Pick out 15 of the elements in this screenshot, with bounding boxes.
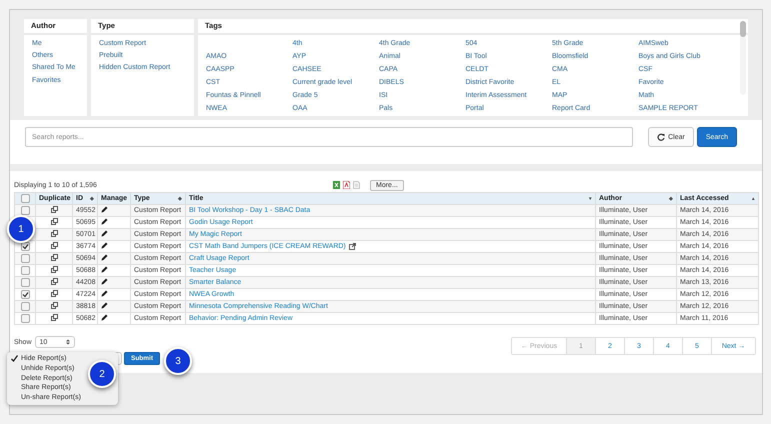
checkbox[interactable] — [20, 302, 30, 311]
scrollbar[interactable] — [740, 21, 746, 95]
checkbox[interactable] — [20, 290, 30, 299]
checkbox[interactable] — [20, 206, 30, 215]
checkbox[interactable] — [20, 314, 30, 323]
checkbox[interactable] — [20, 254, 30, 263]
checkbox[interactable] — [20, 278, 30, 287]
caret-icon — [66, 339, 70, 345]
pdf-icon[interactable] — [343, 181, 350, 189]
spreadsheet-icon[interactable] — [333, 181, 340, 189]
checkbox[interactable] — [20, 194, 30, 203]
refresh-icon — [657, 133, 666, 141]
checkmark-icon — [11, 355, 18, 362]
checkbox[interactable] — [20, 266, 30, 275]
checkbox[interactable] — [20, 242, 30, 251]
